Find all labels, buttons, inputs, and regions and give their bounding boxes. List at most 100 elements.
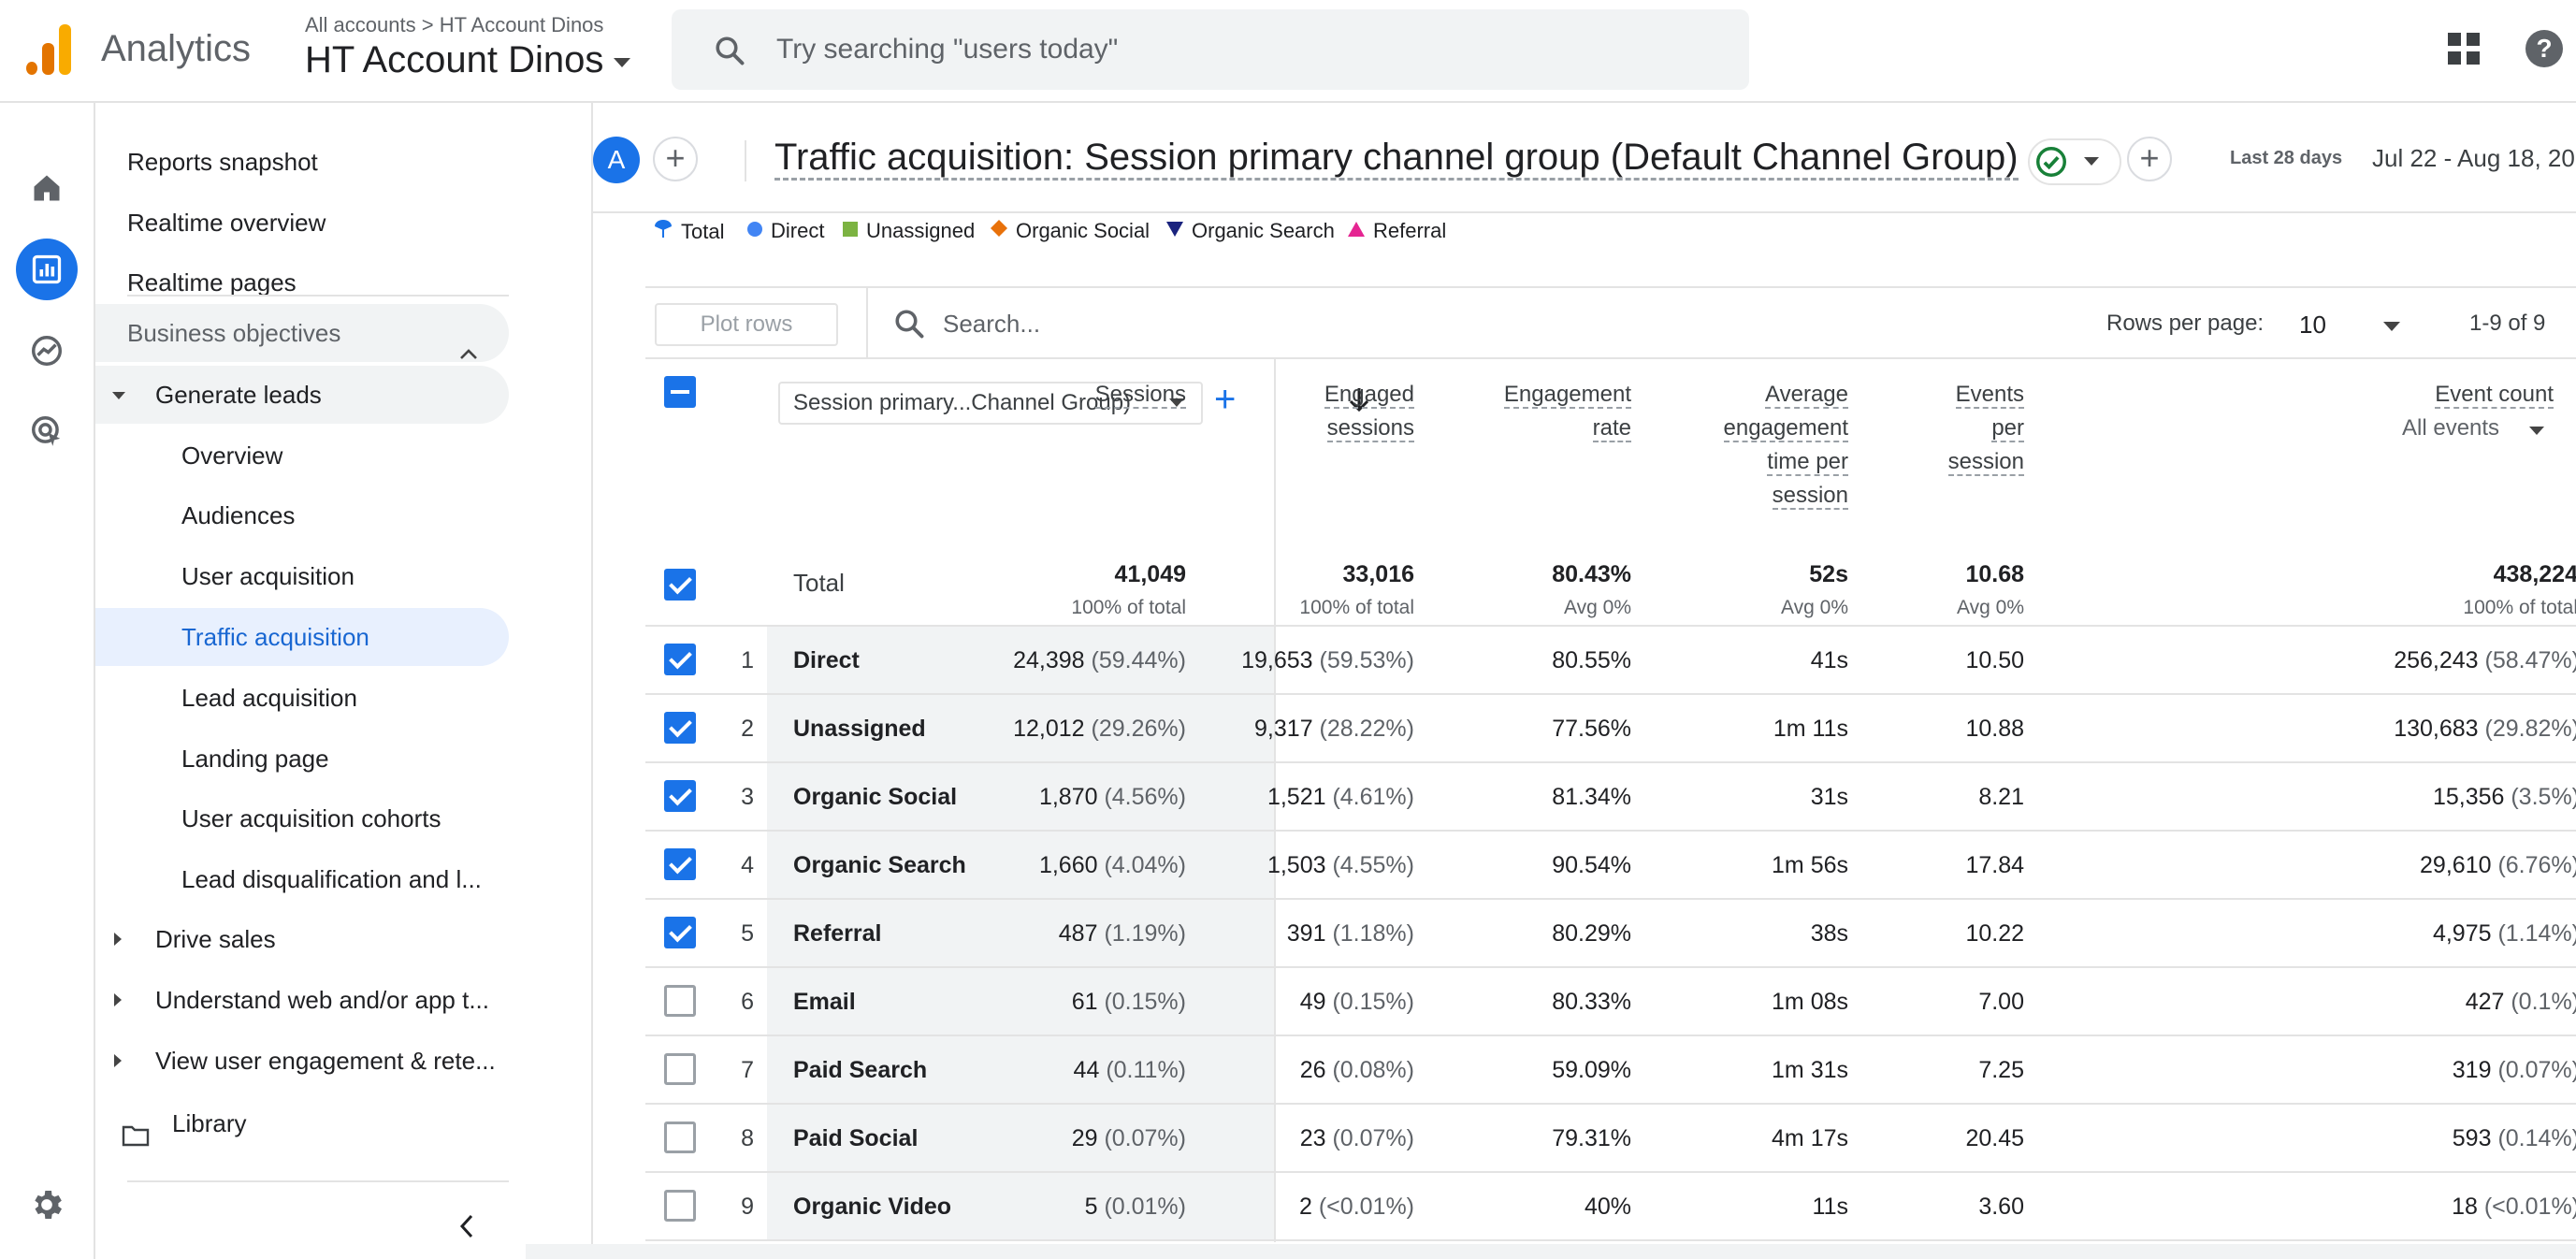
home-icon[interactable] — [16, 157, 78, 219]
legend-label: Direct — [771, 219, 825, 242]
channel-name[interactable]: Unassigned — [793, 716, 926, 743]
add-dimension-button[interactable]: + — [1214, 378, 1236, 421]
chevron-down-icon[interactable] — [2383, 322, 2400, 331]
column-header-sessions[interactable]: Sessions — [1094, 378, 1186, 412]
channel-name[interactable]: Paid Search — [793, 1057, 927, 1084]
channel-name[interactable]: Direct — [793, 647, 860, 674]
row-checkbox[interactable] — [664, 712, 696, 744]
channel-name[interactable]: Paid Social — [793, 1125, 918, 1152]
breadcrumb-all-accounts[interactable]: All accounts — [305, 13, 416, 36]
apps-grid-icon[interactable] — [2447, 32, 2481, 70]
horizontal-scrollbar[interactable] — [526, 1244, 2576, 1259]
nav-item-audiences[interactable]: Audiences — [95, 486, 509, 544]
table-row[interactable]: 8 Paid Social 29 (0.07%) 23 (0.07%) 79.31% 4m… — [645, 1105, 2576, 1173]
settings-gear-icon[interactable] — [28, 1186, 65, 1228]
column-header-events-per-session[interactable]: Events per session — [1947, 378, 2024, 479]
collapse-nav-chevron-icon[interactable] — [455, 1212, 479, 1245]
table-row[interactable]: 3 Organic Social 1,870 (4.56%) 1,521 (4.61%… — [645, 763, 2576, 832]
column-header-average-engagement-time[interactable]: Average engagement time per session — [1723, 378, 1848, 513]
table-search-input[interactable] — [943, 305, 1504, 342]
table-row[interactable]: 5 Referral 487 (1.19%) 391 (1.18%) 80.29% 38s… — [645, 900, 2576, 968]
analytics-logo-icon[interactable] — [26, 24, 71, 75]
date-range-label[interactable]: Last 28 days — [2230, 148, 2342, 169]
table-row[interactable]: 4 Organic Search 1,660 (4.04%) 1,503 (4.55%… — [645, 832, 2576, 900]
table-row[interactable]: 9 Organic Video 5 (0.01%) 2 (<0.01%) 40% 11s 3… — [645, 1173, 2576, 1241]
engaged-sessions-value: 1,503 — [1266, 852, 1326, 878]
column-header-engaged-sessions[interactable]: Engaged sessions — [1324, 378, 1414, 445]
nav-item-traffic-acquisition[interactable]: Traffic acquisition — [95, 608, 509, 666]
search-icon — [892, 307, 926, 345]
channel-name[interactable]: Organic Social — [793, 784, 957, 811]
advertising-icon[interactable] — [16, 400, 78, 462]
table-row[interactable]: 1 Direct 24,398 (59.44%) 19,653 (59.53%) 80.… — [645, 627, 2576, 695]
add-comparison-button[interactable]: + — [653, 137, 698, 181]
date-range-value[interactable]: Jul 22 - Aug 18, 2024 — [2372, 144, 2576, 173]
channel-name[interactable]: Organic Video — [793, 1194, 951, 1221]
comparison-avatar[interactable]: A — [593, 137, 640, 183]
breadcrumb-account[interactable]: HT Account Dinos — [440, 13, 604, 36]
row-checkbox[interactable] — [664, 1053, 696, 1085]
global-search-input[interactable] — [776, 26, 1712, 73]
explore-icon[interactable] — [16, 320, 78, 382]
engaged-sessions-cell: 49 (0.15%) — [1300, 989, 1414, 1016]
sessions-percent: (29.26%) — [1091, 716, 1186, 742]
engaged-sessions-percent: (0.08%) — [1332, 1057, 1414, 1083]
check-circle-icon — [2033, 144, 2069, 184]
table-row[interactable]: 2 Unassigned 12,012 (29.26%) 9,317 (28.22%)… — [645, 695, 2576, 763]
legend-item-organic-social[interactable]: Organic Social — [990, 219, 1150, 243]
nav-item-realtime-overview[interactable]: Realtime overview — [95, 194, 509, 252]
chevron-down-icon[interactable] — [2529, 427, 2544, 435]
event-count-filter[interactable]: All events — [2402, 415, 2499, 441]
nav-item-library[interactable]: Library — [95, 1094, 509, 1152]
global-search-box[interactable] — [672, 9, 1749, 90]
nav-item-realtime-pages[interactable]: Realtime pages — [95, 253, 509, 311]
nav-section-business-objectives[interactable]: Business objectives — [95, 304, 509, 362]
table-row[interactable]: 7 Paid Search 44 (0.11%) 26 (0.08%) 59.09% 1m… — [645, 1036, 2576, 1105]
nav-group-drive-sales[interactable]: Drive sales — [95, 910, 509, 968]
legend-item-unassigned[interactable]: Unassigned — [842, 219, 975, 243]
total-checkbox[interactable] — [664, 569, 696, 601]
nav-group-generate-leads[interactable]: Generate leads — [95, 366, 509, 424]
row-checkbox[interactable] — [664, 985, 696, 1017]
legend-item-referral[interactable]: Referral — [1347, 219, 1446, 243]
rows-per-page-select[interactable]: 10 — [2299, 311, 2326, 340]
account-selector[interactable]: HT Account Dinos — [305, 39, 603, 81]
nav-item-reports-snapshot[interactable]: Reports snapshot — [95, 133, 509, 191]
page-title[interactable]: Traffic acquisition: Session primary cha… — [774, 137, 2019, 181]
nav-item-lead-acquisition[interactable]: Lead acquisition — [95, 669, 509, 727]
channel-name[interactable]: Organic Search — [793, 852, 966, 879]
nav-item-user-acquisition-cohorts[interactable]: User acquisition cohorts — [95, 789, 509, 847]
event-count-cell: 427 (0.1%) — [2466, 989, 2576, 1016]
account-dropdown-icon[interactable] — [614, 58, 630, 67]
reports-icon[interactable] — [16, 239, 78, 300]
table-row[interactable]: 6 Email 61 (0.15%) 49 (0.15%) 80.33% 1m 08s 7.… — [645, 968, 2576, 1036]
help-icon[interactable]: ? — [2525, 30, 2563, 67]
row-checkbox[interactable] — [664, 644, 696, 675]
channel-name[interactable]: Referral — [793, 920, 882, 948]
chevron-down-icon[interactable] — [2084, 157, 2099, 166]
legend-item-organic-search[interactable]: Organic Search — [1165, 219, 1335, 243]
select-all-checkbox[interactable] — [664, 376, 696, 408]
column-header-text: session — [1947, 449, 2024, 476]
total-event-count: 438,224 — [2493, 561, 2576, 587]
column-header-event-count[interactable]: Event count — [2435, 378, 2554, 412]
event-count-value: 130,683 — [2394, 716, 2479, 742]
row-checkbox[interactable] — [664, 1122, 696, 1153]
legend-item-direct[interactable]: Direct — [746, 219, 824, 243]
add-filter-button[interactable]: + — [2127, 137, 2172, 181]
row-checkbox[interactable] — [664, 917, 696, 948]
nav-item-lead-disqualification[interactable]: Lead disqualification and l... — [95, 850, 509, 908]
legend-item-total[interactable]: Total — [653, 219, 724, 245]
column-header-engagement-rate[interactable]: Engagement rate — [1503, 378, 1631, 445]
column-header-text: per — [1991, 415, 2024, 442]
plot-rows-button[interactable]: Plot rows — [655, 303, 838, 346]
nav-item-overview[interactable]: Overview — [95, 427, 509, 485]
nav-group-user-engagement[interactable]: View user engagement & rete... — [95, 1032, 509, 1090]
channel-name[interactable]: Email — [793, 989, 856, 1016]
row-checkbox[interactable] — [664, 848, 696, 880]
nav-item-landing-page[interactable]: Landing page — [95, 730, 509, 788]
nav-item-user-acquisition[interactable]: User acquisition — [95, 547, 509, 605]
row-checkbox[interactable] — [664, 780, 696, 812]
nav-group-understand-web[interactable]: Understand web and/or app t... — [95, 971, 509, 1029]
row-checkbox[interactable] — [664, 1190, 696, 1222]
